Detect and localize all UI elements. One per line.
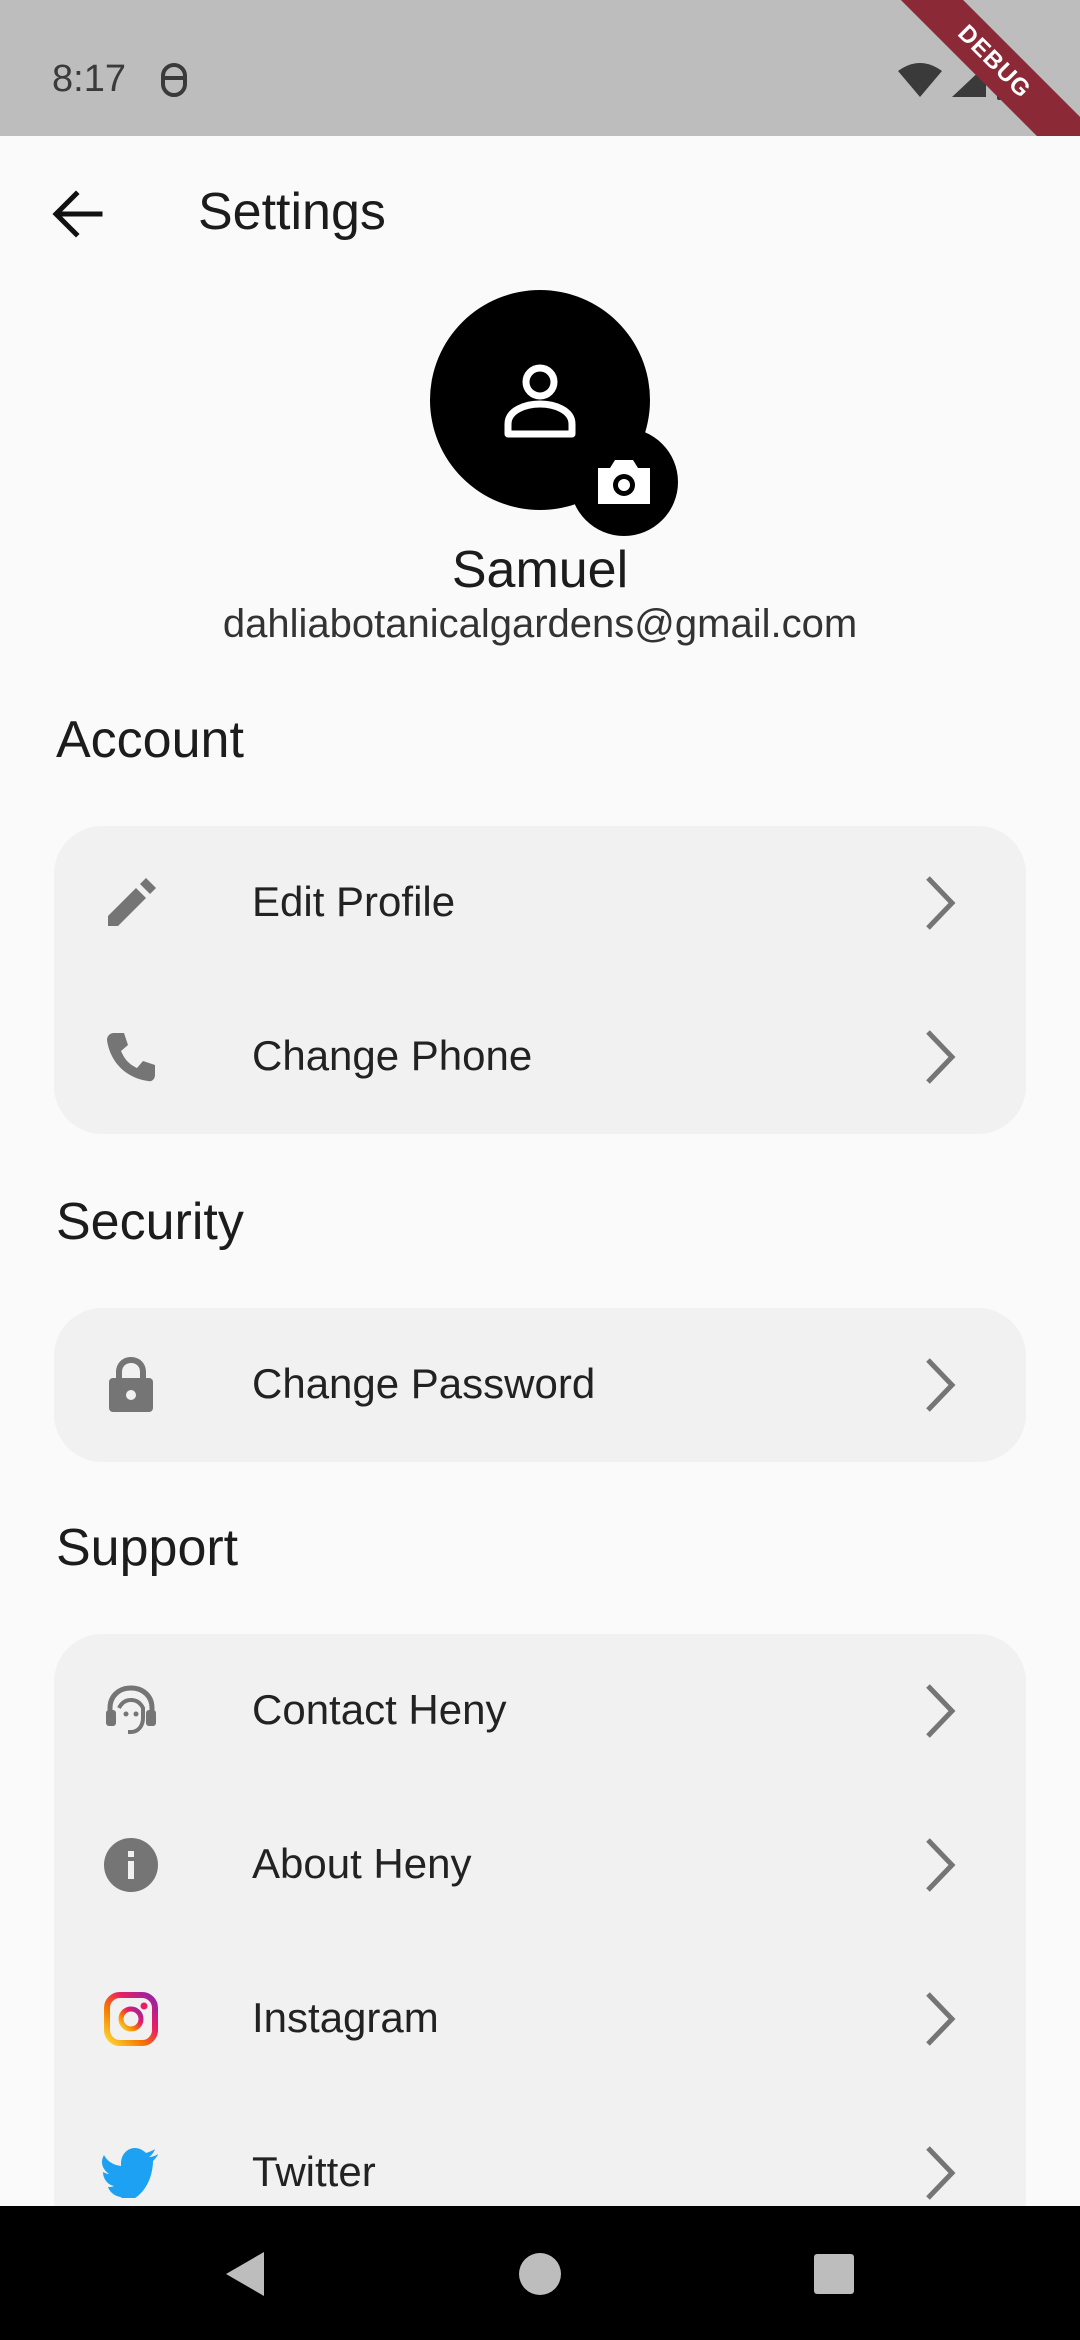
row-label: Change Password xyxy=(252,1360,596,1407)
support-card: Contact Heny About Heny Instagram Twitte… xyxy=(54,1634,1026,2254)
status-time: 8:17 xyxy=(52,58,126,100)
security-card: Change Password xyxy=(54,1308,1026,1462)
headset-icon xyxy=(100,1680,162,1742)
chevron-right-icon xyxy=(926,876,956,930)
instagram-icon xyxy=(100,1988,162,2050)
settings-row-contact-heny[interactable]: Contact Heny xyxy=(54,1634,1026,1788)
account-card: Edit Profile Change Phone xyxy=(54,826,1026,1134)
person-icon xyxy=(504,364,576,438)
system-nav-bar xyxy=(0,2206,1080,2340)
row-label: Edit Profile xyxy=(252,878,456,925)
chevron-right-icon xyxy=(926,1992,956,2046)
lock-icon xyxy=(100,1354,162,1416)
nav-back-icon[interactable] xyxy=(218,2246,274,2302)
chevron-right-icon xyxy=(926,1838,956,1892)
row-label: Change Phone xyxy=(252,1032,533,1079)
row-label: About Heny xyxy=(252,1840,472,1887)
debug-banner: DEBUG xyxy=(858,0,1080,136)
camera-icon xyxy=(598,460,650,504)
status-bar: 8:17 DEBUG xyxy=(0,0,1080,136)
settings-row-instagram[interactable]: Instagram xyxy=(54,1942,1026,2096)
section-heading-security: Security xyxy=(56,1193,244,1251)
profile-email: dahliabotanicalgardens@gmail.com xyxy=(222,602,858,646)
camera-button[interactable] xyxy=(570,428,678,536)
phone-icon xyxy=(100,1026,162,1088)
wifi-icon xyxy=(898,63,942,97)
twitter-icon xyxy=(100,2142,162,2204)
chevron-right-icon xyxy=(926,1030,956,1084)
page-title: Settings xyxy=(198,183,386,241)
app-bar: Settings xyxy=(0,136,1080,292)
chevron-right-icon xyxy=(926,1684,956,1738)
section-heading-support: Support xyxy=(56,1519,239,1577)
settings-row-edit-profile[interactable]: Edit Profile xyxy=(54,826,1026,980)
notification-icon xyxy=(161,63,187,97)
settings-row-about-heny[interactable]: About Heny xyxy=(54,1788,1026,1942)
chevron-right-icon xyxy=(926,2146,956,2200)
profile-name: Samuel xyxy=(451,541,629,599)
info-icon xyxy=(100,1834,162,1896)
settings-row-change-password[interactable]: Change Password xyxy=(54,1308,1026,1462)
row-label: Instagram xyxy=(252,1994,439,2041)
nav-recents-icon[interactable] xyxy=(806,2246,862,2302)
row-label: Twitter xyxy=(252,2148,376,2195)
settings-row-change-phone[interactable]: Change Phone xyxy=(54,980,1026,1134)
chevron-right-icon xyxy=(926,1358,956,1412)
nav-home-icon[interactable] xyxy=(512,2246,568,2302)
pencil-icon xyxy=(100,872,162,934)
section-heading-account: Account xyxy=(56,711,244,769)
back-arrow-icon[interactable] xyxy=(48,184,108,244)
row-label: Contact Heny xyxy=(252,1686,507,1733)
